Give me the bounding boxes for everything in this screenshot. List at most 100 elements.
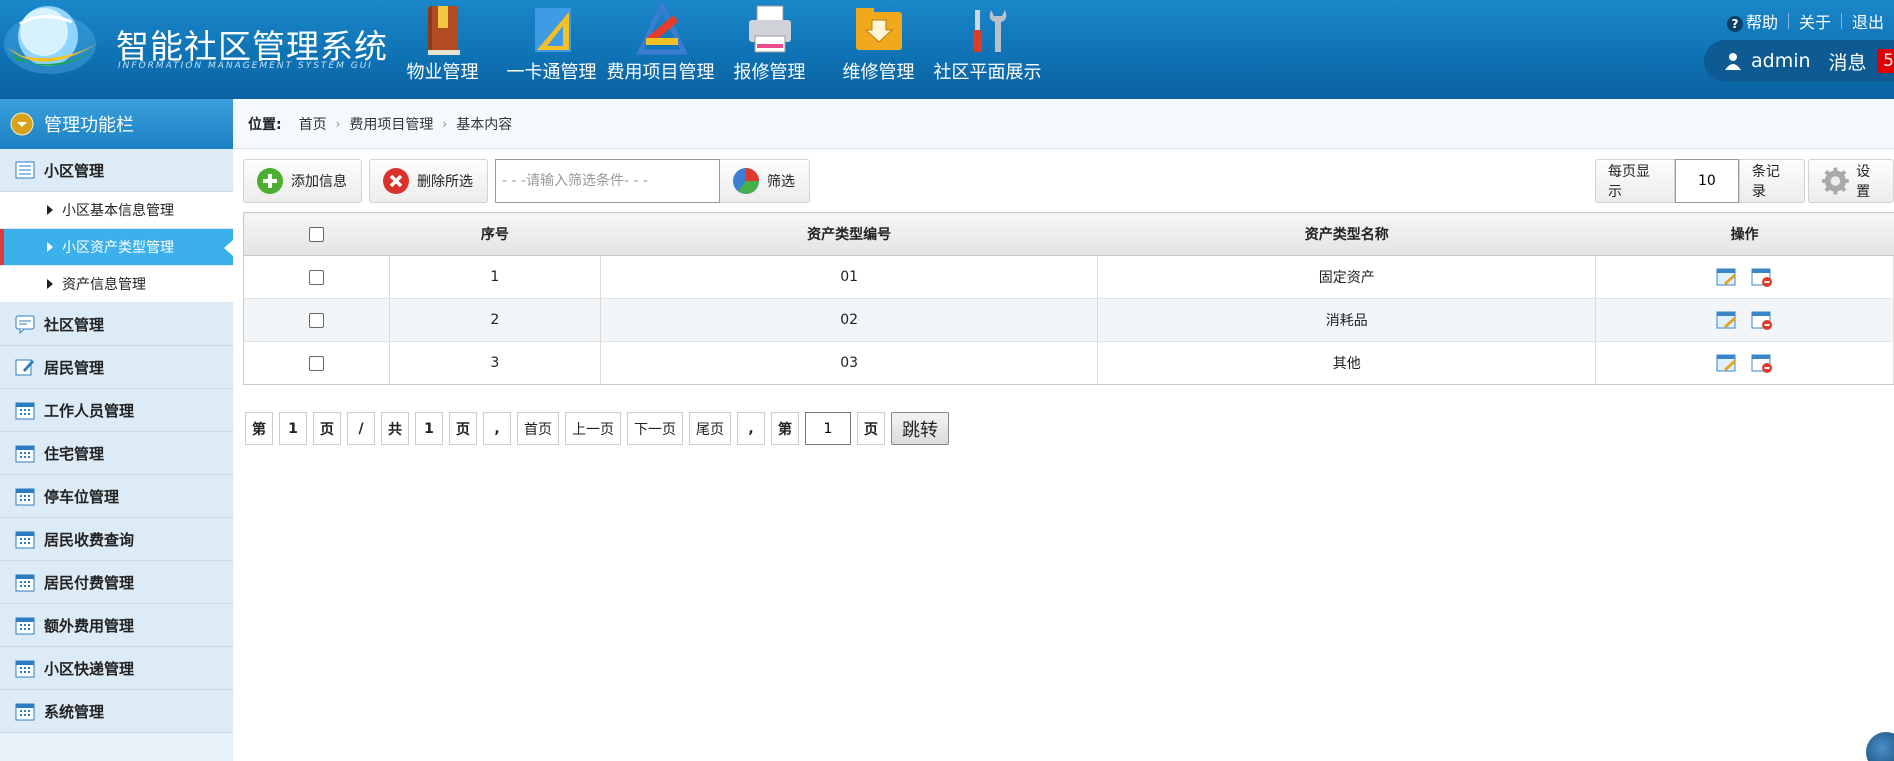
row-checkbox[interactable] (308, 355, 324, 371)
caret-right-icon (47, 205, 53, 215)
edit-icon[interactable] (1716, 267, 1738, 287)
nav-plan[interactable]: 社区平面展示 (933, 0, 1042, 99)
nav-maintain[interactable]: 维修管理 (824, 0, 933, 99)
column-header[interactable]: 资产类型编号 (600, 212, 1098, 256)
toolbar: 添加信息 删除所选 筛选 (243, 159, 817, 203)
book-icon (427, 6, 460, 55)
filter-button[interactable]: 筛选 (720, 159, 810, 203)
column-header: 操作 (1595, 212, 1894, 256)
sidebar: 管理功能栏 小区管理 小区基本信息管理 小区资产类型管理 资产信息管理 社区管理… (0, 99, 233, 761)
select-all-cell (243, 212, 390, 256)
per-page-label: 每页显示 (1595, 159, 1675, 203)
cell-name: 消耗品 (1097, 298, 1597, 342)
filter-input[interactable] (495, 159, 720, 203)
add-button[interactable]: 添加信息 (243, 159, 362, 203)
calendar-icon (15, 445, 35, 463)
sidebar-item-asset-type[interactable]: 小区资产类型管理 (0, 229, 233, 266)
prev-page-button[interactable]: 上一页 (565, 412, 621, 445)
top-nav: 物业管理 一卡通管理 费用项目管理 报修管理 维修管理 社区平面展示 (388, 0, 1042, 99)
about-link[interactable]: 关于 (1789, 9, 1841, 33)
jump-button[interactable]: 跳转 (891, 412, 949, 445)
help-icon: ? (1726, 16, 1743, 32)
caret-right-icon (47, 242, 53, 252)
edit-icon[interactable] (1716, 310, 1738, 330)
calendar-icon (15, 617, 35, 635)
message-count-badge[interactable]: 5 (1876, 49, 1894, 73)
per-page-unit: 条记录 (1738, 159, 1806, 203)
top-header: 智能社区管理系统 INFORMATION MANAGEMENT SYSTEM G… (0, 0, 1894, 99)
breadcrumb-current: 基本内容 (456, 116, 513, 133)
breadcrumb-prefix: 位置: (248, 116, 282, 133)
pagination: 第 1 页 / 共 1 页 , 首页 上一页 下一页 尾页 , 第 页 跳转 (245, 412, 949, 445)
sidebar-group-staff[interactable]: 工作人员管理 (0, 389, 233, 432)
messages-link[interactable]: 消息 (1829, 48, 1867, 75)
sidebar-group-parking[interactable]: 停车位管理 (0, 475, 233, 518)
sidebar-group-neighborhood[interactable]: 社区管理 (0, 303, 233, 346)
list-icon (15, 161, 35, 179)
settings-button[interactable]: 设置 (1808, 159, 1894, 203)
logout-link[interactable]: 退出 (1842, 9, 1894, 33)
row-checkbox[interactable] (308, 312, 324, 328)
caret-right-icon (47, 279, 53, 289)
sidebar-heading[interactable]: 管理功能栏 (0, 99, 233, 149)
delete-icon[interactable] (1751, 267, 1773, 287)
tools-icon (972, 10, 1006, 52)
username[interactable]: admin (1751, 50, 1811, 72)
breadcrumb-home[interactable]: 首页 (299, 114, 327, 134)
select-all-checkbox[interactable] (309, 226, 325, 242)
sidebar-group-system[interactable]: 系统管理 (0, 690, 233, 733)
sidebar-item-basic-info[interactable]: 小区基本信息管理 (0, 192, 233, 229)
cell-code: 01 (600, 255, 1099, 299)
help-link[interactable]: ? 帮助 (1717, 9, 1788, 33)
delete-selected-button[interactable]: 删除所选 (369, 159, 488, 203)
column-header[interactable]: 序号 (389, 212, 601, 256)
delete-icon[interactable] (1751, 310, 1773, 330)
nav-card-label: 一卡通管理 (506, 62, 597, 83)
pager-text: 共 (381, 412, 409, 445)
breadcrumb-fee[interactable]: 费用项目管理 (349, 114, 433, 134)
table-row: 1 01 固定资产 (243, 255, 1894, 299)
sidebar-group-housing[interactable]: 住宅管理 (0, 432, 233, 475)
jump-page-input[interactable] (805, 412, 851, 445)
chat-icon (15, 315, 35, 334)
breadcrumb-separator-icon: › (335, 116, 341, 131)
nav-fee[interactable]: 费用项目管理 (606, 0, 715, 99)
nav-maintain-label: 维修管理 (842, 62, 915, 83)
cell-name: 其他 (1097, 341, 1597, 385)
sidebar-group-extra-fee[interactable]: 额外费用管理 (0, 604, 233, 647)
pager-text: / (347, 412, 375, 445)
edit-icon[interactable] (1716, 353, 1738, 373)
sidebar-group-fee-query[interactable]: 居民收费查询 (0, 518, 233, 561)
current-page: 1 (279, 412, 307, 445)
sidebar-group-payment[interactable]: 居民付费管理 (0, 561, 233, 604)
nav-property[interactable]: 物业管理 (388, 0, 497, 99)
plus-circle-icon (257, 168, 283, 194)
column-header[interactable]: 资产类型名称 (1097, 212, 1596, 256)
cell-no: 2 (389, 298, 601, 342)
nav-repair[interactable]: 报修管理 (715, 0, 824, 99)
last-page-button[interactable]: 尾页 (689, 412, 731, 445)
edit-icon (15, 359, 34, 376)
breadcrumb-separator-icon: › (442, 116, 448, 131)
nav-plan-label: 社区平面展示 (933, 62, 1042, 83)
row-select-cell (243, 341, 390, 385)
sidebar-sublist: 小区基本信息管理 小区资产类型管理 资产信息管理 (0, 192, 233, 303)
sidebar-item-asset-info[interactable]: 资产信息管理 (0, 266, 233, 303)
asset-type-table: 序号 资产类型编号 资产类型名称 操作 1 01 固定资产 2 02 消耗品 3… (243, 212, 1894, 385)
user-bar: admin 消息 5 (1704, 40, 1894, 82)
next-page-button[interactable]: 下一页 (627, 412, 683, 445)
first-page-button[interactable]: 首页 (517, 412, 559, 445)
cell-no: 3 (389, 341, 601, 385)
delete-icon[interactable] (1751, 353, 1773, 373)
per-page-input[interactable] (1674, 159, 1739, 203)
nav-card[interactable]: 一卡通管理 (497, 0, 606, 99)
sidebar-group-community[interactable]: 小区管理 (0, 149, 233, 192)
pager-text: 第 (771, 412, 799, 445)
sidebar-group-express[interactable]: 小区快递管理 (0, 647, 233, 690)
cell-actions (1595, 255, 1894, 299)
sidebar-group-residents[interactable]: 居民管理 (0, 346, 233, 389)
row-select-cell (243, 298, 390, 342)
total-pages: 1 (415, 412, 443, 445)
table-row: 3 03 其他 (243, 341, 1894, 385)
row-checkbox[interactable] (308, 269, 324, 285)
